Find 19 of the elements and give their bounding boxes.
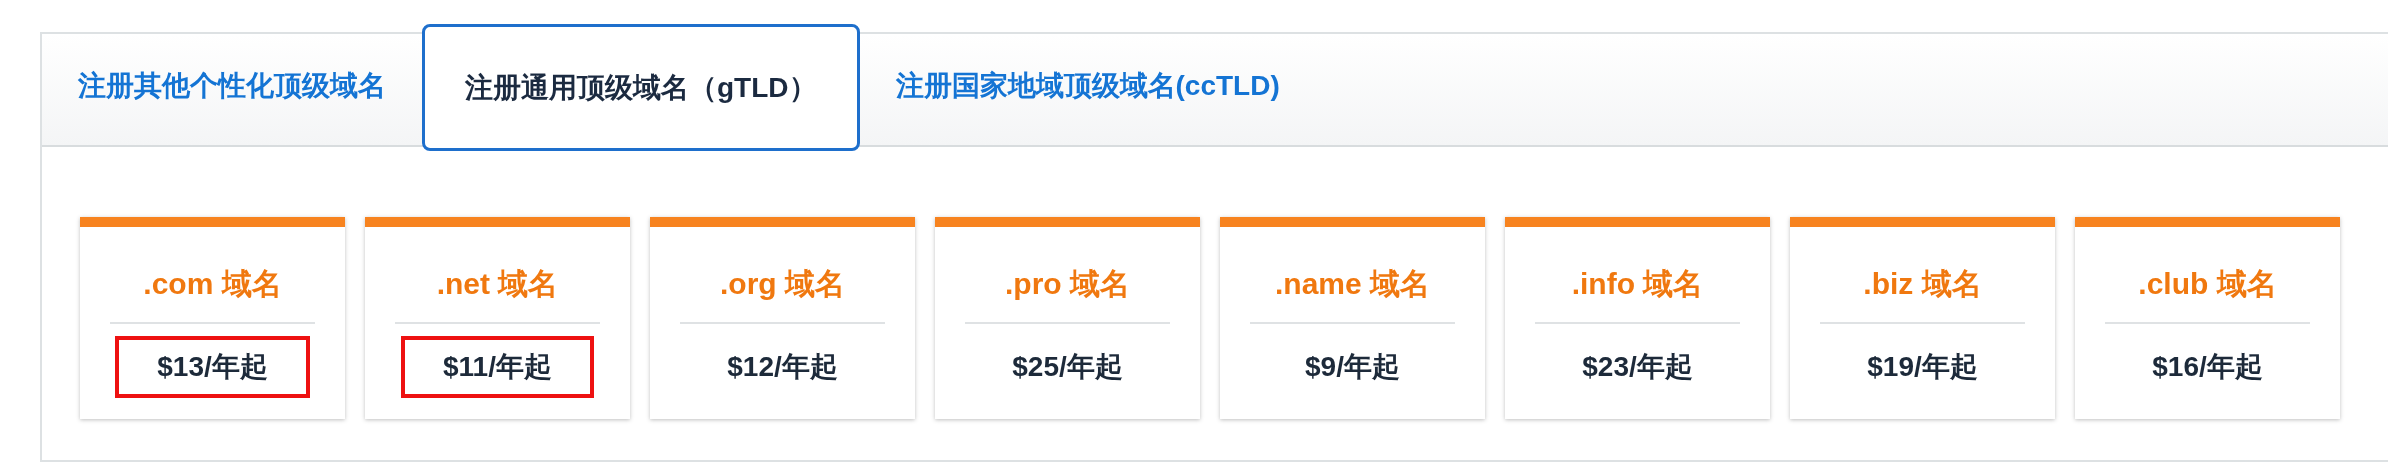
domain-price: $11/年起 <box>401 336 594 398</box>
domain-price: $16/年起 <box>2151 350 2264 384</box>
domain-name: .pro 域名 <box>1005 266 1130 302</box>
tab[interactable]: 注册其他个性化顶级域名 <box>42 24 422 148</box>
domain-name: .com 域名 <box>143 266 282 302</box>
domain-name: .org 域名 <box>720 266 845 302</box>
domain-name: .net 域名 <box>436 266 559 302</box>
tab[interactable]: 注册国家地域顶级域名(ccTLD) <box>859 24 1316 148</box>
domain-name: .info 域名 <box>1571 266 1704 302</box>
domain-price: $19/年起 <box>1866 350 1979 384</box>
domain-price: $13/年起 <box>115 336 310 398</box>
domain-price: $9/年起 <box>1304 350 1401 384</box>
domain-price: $12/年起 <box>726 350 839 384</box>
domain-name: .club 域名 <box>2138 266 2277 302</box>
domain-price: $23/年起 <box>1581 350 1694 384</box>
domain-name: .name 域名 <box>1274 266 1430 302</box>
tab[interactable]: 注册通用顶级域名（gTLD） <box>422 24 860 151</box>
domain-name: .biz 域名 <box>1863 266 1982 302</box>
domain-price: $25/年起 <box>1011 350 1124 384</box>
